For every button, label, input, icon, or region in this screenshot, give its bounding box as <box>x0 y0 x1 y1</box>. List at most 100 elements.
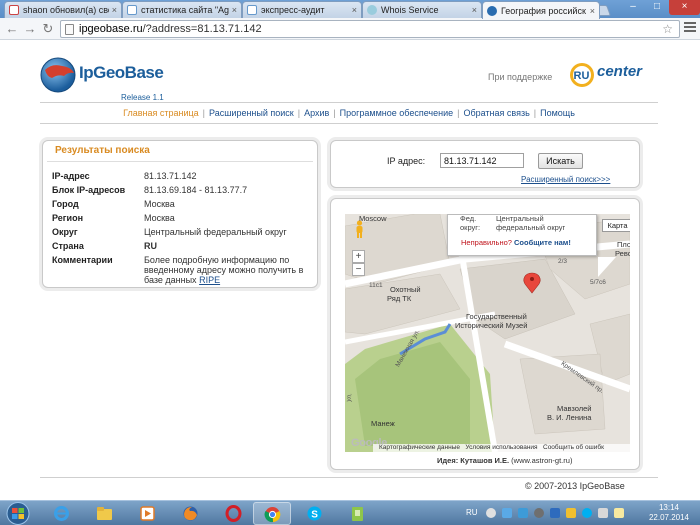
clock-date: 22.07.2014 <box>648 513 690 522</box>
map-label: 2/3 <box>558 258 568 265</box>
ripe-link[interactable]: RIPE <box>199 275 220 285</box>
taskbar-clock[interactable]: 13:14 22.07.2014 <box>643 503 695 523</box>
window-close-button[interactable]: × <box>669 0 700 15</box>
clock-time: 13:14 <box>658 503 680 512</box>
nav-software[interactable]: Программное обеспечение <box>340 108 453 118</box>
taskbar-chrome[interactable] <box>253 502 291 525</box>
reload-icon[interactable]: ↻ <box>40 21 56 37</box>
nav-advanced-search[interactable]: Расширенный поиск <box>209 108 294 118</box>
close-icon[interactable]: × <box>112 5 117 15</box>
windows-start-icon[interactable] <box>3 501 33 525</box>
tray-help-icon[interactable] <box>486 508 496 518</box>
close-icon[interactable]: × <box>232 5 237 15</box>
result-region-value: Москва <box>144 213 175 223</box>
keyboard-language[interactable]: RU <box>466 508 478 517</box>
nav-separator: | <box>202 108 205 118</box>
search-button[interactable]: Искать <box>538 153 583 169</box>
browser-tab-audit[interactable]: экспресс-аудит × <box>242 1 362 18</box>
nav-divider <box>40 123 658 124</box>
bluetooth-icon[interactable] <box>550 508 560 518</box>
map-label: Манеж <box>371 419 395 428</box>
app-icon <box>352 507 363 521</box>
flag-icon[interactable] <box>614 508 624 518</box>
chrome-icon <box>264 507 281 523</box>
tray-network-icon[interactable] <box>502 508 512 518</box>
result-label: Комментарии <box>52 255 113 265</box>
taskbar-skype[interactable]: S <box>296 502 334 525</box>
globe-icon <box>367 5 377 15</box>
address-url[interactable]: ipgeobase.ru/?address=81.13.71.142 <box>79 23 262 35</box>
map-terms-link[interactable]: Условия использования <box>465 444 537 451</box>
bookmark-star-icon[interactable]: ☆ <box>662 22 673 36</box>
nav-home[interactable]: Главная страница <box>123 108 199 118</box>
address-bar[interactable]: ipgeobase.ru/?address=81.13.71.142 ☆ <box>60 20 680 38</box>
map-report-error-link[interactable]: Сообщить об ошибк <box>543 444 604 451</box>
info-wrong-text: Неправильно? <box>461 238 512 247</box>
globe-icon <box>487 5 497 16</box>
nav-separator: | <box>333 108 336 118</box>
taskbar-opera[interactable] <box>215 502 253 525</box>
results-divider <box>47 161 313 162</box>
result-ip-value: 81.13.71.142 <box>144 171 197 181</box>
credit-site[interactable]: (www.astron-gt.ru) <box>511 456 572 465</box>
map-label: Охотный <box>390 285 421 294</box>
taskbar-explorer[interactable] <box>86 502 124 525</box>
back-arrow-icon[interactable]: ← <box>4 21 20 37</box>
browser-tab-stats[interactable]: статистика сайта "Agu × <box>122 1 242 18</box>
comment-text: Более подробную информацию по введенному… <box>144 255 304 285</box>
zoom-out-button[interactable]: − <box>352 263 365 276</box>
close-icon[interactable]: × <box>352 5 357 15</box>
browser-tab-whois[interactable]: Whois Service × <box>362 1 482 18</box>
info-district-label: округ: <box>460 223 481 232</box>
tab-label: статистика сайта "Agu <box>141 5 229 15</box>
results-panel: Результаты поиска IP-адрес 81.13.71.142 … <box>42 140 318 288</box>
window-minimize-button[interactable]: – <box>621 0 645 15</box>
taskbar-app[interactable] <box>339 502 377 525</box>
map-label: Moscow <box>359 214 387 223</box>
map-label: 5/7c6 <box>590 279 606 286</box>
tray-app-icon[interactable] <box>566 508 576 518</box>
tray-app-icon[interactable] <box>534 508 544 518</box>
footer-divider <box>40 477 658 478</box>
nav-help[interactable]: Помощь <box>540 108 575 118</box>
browser-menu-icon[interactable] <box>684 22 696 34</box>
page-content: IpGeoBase Release 1.1 При поддержке RU c… <box>0 41 700 500</box>
map-label: Государственный <box>466 312 527 321</box>
rucenter-logo-icon[interactable]: RU center <box>568 58 652 88</box>
map-label: Мавзолей <box>557 404 592 413</box>
map-label: Рево <box>615 249 630 258</box>
result-label: Блок IP-адресов <box>52 185 126 195</box>
forward-arrow-icon[interactable]: → <box>22 21 38 37</box>
map-type-button[interactable]: Карта <box>602 219 630 232</box>
taskbar-media[interactable] <box>129 502 167 525</box>
credit-author: Куташов И.Е. <box>460 456 510 465</box>
info-report-link[interactable]: Сообщите нам! <box>514 238 571 247</box>
close-icon[interactable]: × <box>472 5 477 15</box>
firefox-icon <box>183 506 198 521</box>
map-label: 11с1 <box>369 282 383 289</box>
ip-address-input[interactable] <box>440 153 524 168</box>
svg-text:S: S <box>311 510 318 521</box>
media-player-icon <box>140 506 155 521</box>
speaker-icon[interactable] <box>598 508 608 518</box>
nav-feedback[interactable]: Обратная связь <box>463 108 529 118</box>
map-view[interactable]: Фед. Центральный округ: федеральный окру… <box>345 214 630 452</box>
zoom-in-button[interactable]: + <box>352 250 365 263</box>
map-panel: Фед. Центральный округ: федеральный окру… <box>330 198 640 470</box>
taskbar-ie[interactable] <box>43 502 81 525</box>
close-icon[interactable]: × <box>590 6 595 16</box>
taskbar-firefox[interactable] <box>172 502 210 525</box>
tray-app-icon[interactable] <box>518 508 528 518</box>
result-label: IP-адрес <box>52 171 90 181</box>
svg-text:RU: RU <box>574 70 590 82</box>
nav-archive[interactable]: Архив <box>304 108 329 118</box>
browser-tabstrip: shaon обновил(а) свс × статистика сайта … <box>0 0 700 19</box>
advanced-search-link[interactable]: Расширенный поиск>>> <box>521 175 610 184</box>
skype-tray-icon[interactable] <box>582 508 592 518</box>
result-label: Страна <box>52 241 84 251</box>
browser-tab-ipgeobase[interactable]: География российск × <box>482 1 600 19</box>
map-data-credit[interactable]: Картографические данные <box>379 444 460 451</box>
window-maximize-button[interactable]: □ <box>645 0 669 15</box>
browser-tab-gmail[interactable]: shaon обновил(а) свс × <box>4 1 122 18</box>
info-district-label: Фед. <box>460 214 477 223</box>
